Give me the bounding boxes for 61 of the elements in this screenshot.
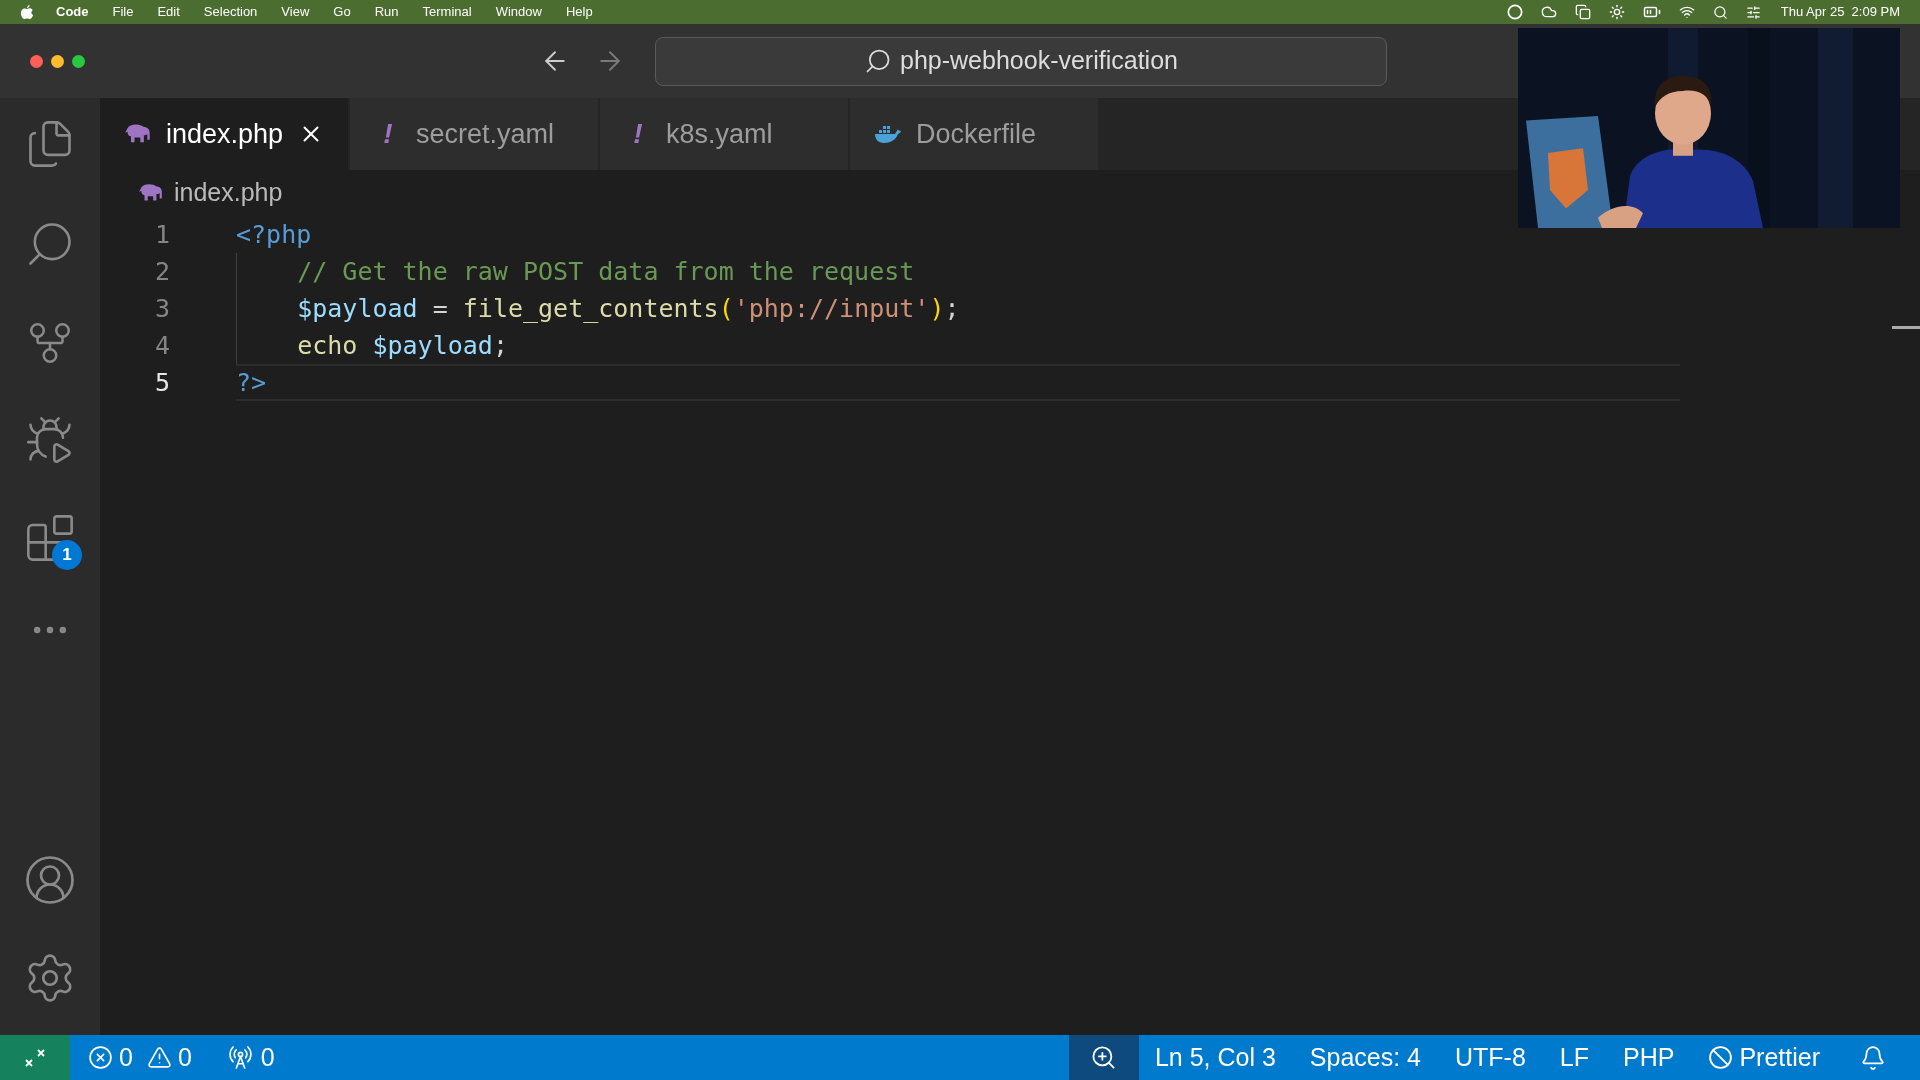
menu-item[interactable]: Terminal — [422, 2, 472, 22]
app-menu[interactable]: Code — [56, 2, 89, 22]
close-window-button[interactable] — [30, 54, 43, 68]
whale-icon — [874, 124, 902, 144]
breadcrumb[interactable]: index.php — [100, 170, 1920, 216]
menu-item[interactable]: Window — [495, 2, 542, 22]
scrollbar-marker — [1892, 326, 1920, 329]
error-icon — [88, 1045, 113, 1070]
warning-icon — [146, 1045, 172, 1070]
elephant-icon — [124, 123, 152, 145]
notifications-icon[interactable] — [1860, 1044, 1886, 1071]
encoding[interactable]: UTF-8 — [1455, 1038, 1526, 1077]
code-line: $payload = file_get_contents('php://input'); — [296, 292, 960, 325]
copy-icon[interactable] — [1574, 4, 1591, 20]
maximize-window-button[interactable] — [72, 54, 85, 68]
extensions-badge: 1 — [52, 540, 82, 570]
search-icon[interactable] — [1712, 4, 1728, 20]
menu-item[interactable]: Edit — [157, 2, 180, 22]
line-number: 3 — [153, 292, 170, 325]
yaml-icon: ! — [374, 113, 402, 155]
code-line: <?php — [236, 218, 312, 251]
menu-clock[interactable]: Thu Apr 25 2:09 PM — [1780, 2, 1900, 22]
editor-tab[interactable]: Dockerfile — [850, 98, 1098, 170]
menu-item[interactable]: Help — [565, 2, 593, 22]
line-ending[interactable]: LF — [1559, 1038, 1589, 1077]
disabled-icon — [1708, 1045, 1734, 1070]
line-number: 2 — [153, 255, 170, 288]
command-center-search[interactable]: php-webhook-verification — [655, 36, 1387, 86]
broadcast-icon — [227, 1045, 253, 1070]
elephant-icon — [138, 183, 164, 203]
cursor-position[interactable]: Ln 5, Col 3 — [1154, 1038, 1276, 1077]
editor-tab[interactable]: ! k8s.yaml — [600, 98, 848, 170]
code-line: ?> — [236, 366, 267, 399]
line-number: 4 — [153, 329, 170, 362]
account-icon[interactable] — [23, 853, 77, 907]
editor-tab[interactable]: ! secret.yaml — [350, 98, 598, 170]
menu-item[interactable]: Run — [374, 2, 399, 22]
menu-item[interactable]: Selection — [203, 2, 258, 22]
zoom-in-icon — [1090, 1044, 1118, 1071]
menu-item[interactable]: File — [112, 2, 134, 22]
menu-item[interactable]: Go — [333, 2, 351, 22]
sun-icon[interactable] — [1608, 4, 1625, 20]
ports-button[interactable]: 0 — [227, 1038, 275, 1077]
language-mode[interactable]: PHP — [1623, 1038, 1675, 1077]
code-line: echo $payload; — [296, 329, 508, 362]
apple-icon — [20, 4, 34, 20]
line-number: 5 — [153, 366, 170, 399]
code-line: // Get the raw POST data from the request — [296, 255, 915, 288]
editor-tab[interactable]: index.php — [100, 98, 348, 170]
wifi-icon[interactable] — [1678, 4, 1695, 20]
zoom-button[interactable] — [1068, 1035, 1139, 1080]
status-circle-icon[interactable] — [1506, 4, 1523, 20]
cloud-icon[interactable] — [1540, 4, 1557, 20]
minimize-window-button[interactable] — [51, 54, 64, 68]
control-center-icon[interactable] — [1745, 4, 1761, 20]
yaml-icon: ! — [624, 113, 652, 155]
line-number: 1 — [153, 218, 170, 251]
formatter-button[interactable]: Prettier — [1708, 1038, 1820, 1077]
indentation[interactable]: Spaces: 4 — [1309, 1038, 1421, 1077]
problems-button[interactable]: 0 0 — [88, 1038, 192, 1077]
menu-item[interactable]: View — [281, 2, 310, 22]
